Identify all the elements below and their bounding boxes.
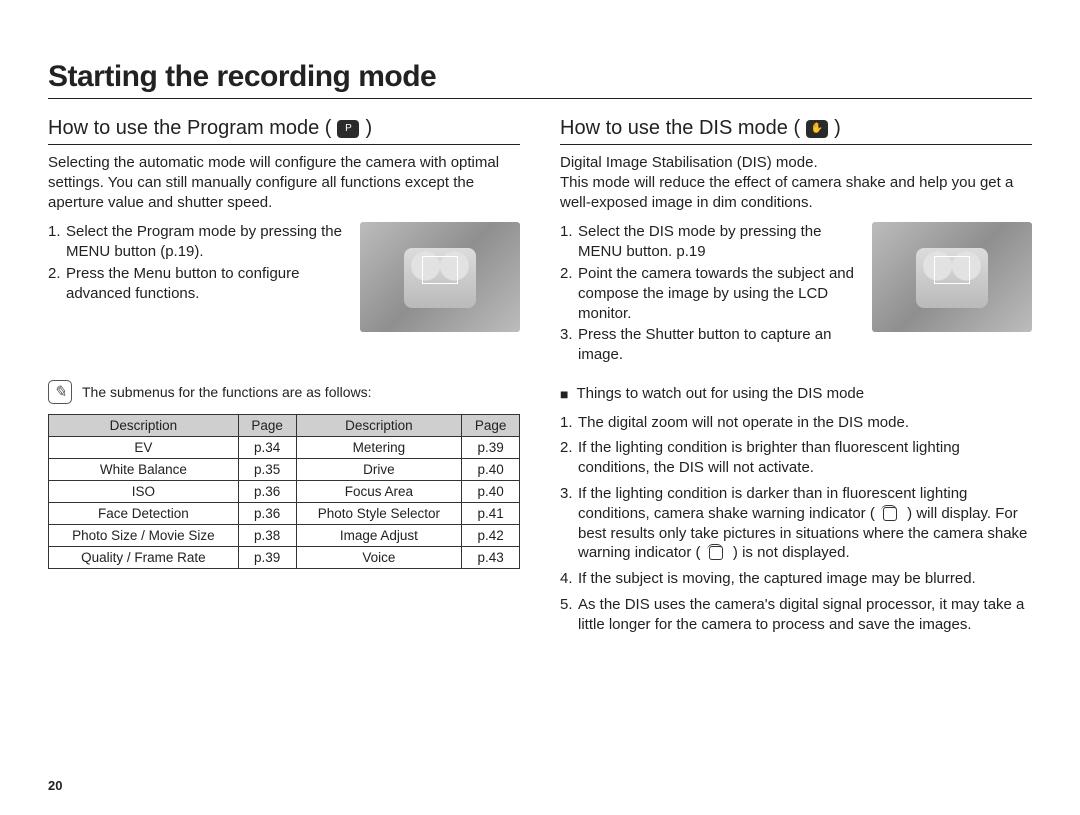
dis-watch-heading-text: Things to watch out for using the DIS mo…	[576, 385, 864, 405]
table-cell: p.40	[462, 459, 520, 481]
dis-intro: Digital Image Stabilisation (DIS) mode. …	[560, 153, 1032, 212]
program-step-2-text: Press the Menu button to configure advan…	[66, 264, 344, 304]
page-title: Starting the recording mode	[48, 60, 1032, 94]
table-cell: p.39	[238, 547, 296, 569]
dis-step-1: 1.Select the DIS mode by pressing the ME…	[560, 222, 856, 262]
title-rule	[48, 98, 1032, 99]
heading-text-suffix: )	[834, 117, 841, 140]
page-number: 20	[48, 778, 62, 793]
table-cell: Face Detection	[49, 503, 239, 525]
dis-intro-line1: Digital Image Stabilisation (DIS) mode.	[560, 154, 818, 171]
dis-mode-icon: ✋	[806, 120, 828, 138]
table-cell: Metering	[296, 437, 462, 459]
table-cell: p.42	[462, 525, 520, 547]
dis-steps-row: 1.Select the DIS mode by pressing the ME…	[560, 222, 1032, 367]
watch-item-2-text: If the lighting condition is brighter th…	[578, 438, 1032, 478]
table-cell: p.36	[238, 481, 296, 503]
table-row: EVp.34Meteringp.39	[49, 437, 520, 459]
table-row: Quality / Frame Ratep.39Voicep.43	[49, 547, 520, 569]
dis-intro-line2: This mode will reduce the effect of came…	[560, 174, 1013, 211]
watch-item-5: 5.As the DIS uses the camera's digital s…	[560, 595, 1032, 635]
content-columns: How to use the Program mode ( P ) Select…	[48, 117, 1032, 641]
program-intro: Selecting the automatic mode will config…	[48, 153, 520, 212]
watch-item-1: 1.The digital zoom will not operate in t…	[560, 413, 1032, 433]
camera-shake-icon	[707, 546, 727, 560]
dis-step-3-text: Press the Shutter button to capture an i…	[578, 325, 856, 365]
th-page-1: Page	[238, 415, 296, 437]
program-steps-row: 1.Select the Program mode by pressing th…	[48, 222, 520, 332]
table-cell: p.39	[462, 437, 520, 459]
note-text: The submenus for the functions are as fo…	[82, 380, 371, 400]
function-table: Description Page Description Page EVp.34…	[48, 414, 520, 569]
watch-item-3: 3. If the lighting condition is darker t…	[560, 484, 1032, 563]
dis-mode-screenshot	[872, 222, 1032, 332]
table-cell: p.41	[462, 503, 520, 525]
watch-item-2: 2.If the lighting condition is brighter …	[560, 438, 1032, 478]
heading-text-prefix: How to use the DIS mode (	[560, 117, 800, 140]
note-icon: ✎	[48, 380, 72, 404]
dis-watch-list: 1.The digital zoom will not operate in t…	[560, 413, 1032, 635]
left-column: How to use the Program mode ( P ) Select…	[48, 117, 520, 641]
th-desc-2: Description	[296, 415, 462, 437]
table-cell: p.35	[238, 459, 296, 481]
dis-steps: 1.Select the DIS mode by pressing the ME…	[560, 222, 856, 367]
watch-item-4: 4.If the subject is moving, the captured…	[560, 569, 1032, 589]
table-cell: White Balance	[49, 459, 239, 481]
watch-item-5-text: As the DIS uses the camera's digital sig…	[578, 595, 1032, 635]
th-desc-1: Description	[49, 415, 239, 437]
dis-step-2: 2.Point the camera towards the subject a…	[560, 264, 856, 323]
program-mode-icon: P	[337, 120, 359, 138]
program-mode-heading: How to use the Program mode ( P )	[48, 117, 520, 145]
table-cell: Focus Area	[296, 481, 462, 503]
watch-item-3-post: ) is not displayed.	[733, 544, 850, 561]
program-step-1-text: Select the Program mode by pressing the …	[66, 222, 344, 262]
table-cell: Image Adjust	[296, 525, 462, 547]
table-cell: p.34	[238, 437, 296, 459]
heading-text-prefix: How to use the Program mode (	[48, 117, 331, 140]
camera-shake-icon	[881, 507, 901, 521]
program-step-2: 2.Press the Menu button to configure adv…	[48, 264, 344, 304]
submenu-note: ✎ The submenus for the functions are as …	[48, 380, 520, 404]
table-cell: Drive	[296, 459, 462, 481]
table-row: ISOp.36Focus Areap.40	[49, 481, 520, 503]
dis-step-3: 3.Press the Shutter button to capture an…	[560, 325, 856, 365]
table-cell: Quality / Frame Rate	[49, 547, 239, 569]
table-cell: Voice	[296, 547, 462, 569]
table-cell: p.40	[462, 481, 520, 503]
table-cell: p.43	[462, 547, 520, 569]
table-row: White Balancep.35Drivep.40	[49, 459, 520, 481]
dis-mode-heading: How to use the DIS mode ( ✋ )	[560, 117, 1032, 145]
table-header-row: Description Page Description Page	[49, 415, 520, 437]
program-mode-screenshot	[360, 222, 520, 332]
table-row: Face Detectionp.36Photo Style Selectorp.…	[49, 503, 520, 525]
program-step-1: 1.Select the Program mode by pressing th…	[48, 222, 344, 262]
watch-item-4-text: If the subject is moving, the captured i…	[578, 569, 976, 589]
dis-watch-heading: ■ Things to watch out for using the DIS …	[560, 385, 1032, 405]
table-cell: ISO	[49, 481, 239, 503]
heading-text-suffix: )	[365, 117, 372, 140]
th-page-2: Page	[462, 415, 520, 437]
watch-item-1-text: The digital zoom will not operate in the…	[578, 413, 909, 433]
table-cell: Photo Size / Movie Size	[49, 525, 239, 547]
dis-step-2-text: Point the camera towards the subject and…	[578, 264, 856, 323]
program-steps: 1.Select the Program mode by pressing th…	[48, 222, 344, 332]
table-row: Photo Size / Movie Sizep.38Image Adjustp…	[49, 525, 520, 547]
right-column: How to use the DIS mode ( ✋ ) Digital Im…	[560, 117, 1032, 641]
square-bullet-icon: ■	[560, 385, 568, 405]
table-cell: p.38	[238, 525, 296, 547]
table-cell: p.36	[238, 503, 296, 525]
table-cell: EV	[49, 437, 239, 459]
watch-item-3-text: If the lighting condition is darker than…	[578, 484, 1032, 563]
dis-step-1-text: Select the DIS mode by pressing the MENU…	[578, 222, 856, 262]
table-cell: Photo Style Selector	[296, 503, 462, 525]
